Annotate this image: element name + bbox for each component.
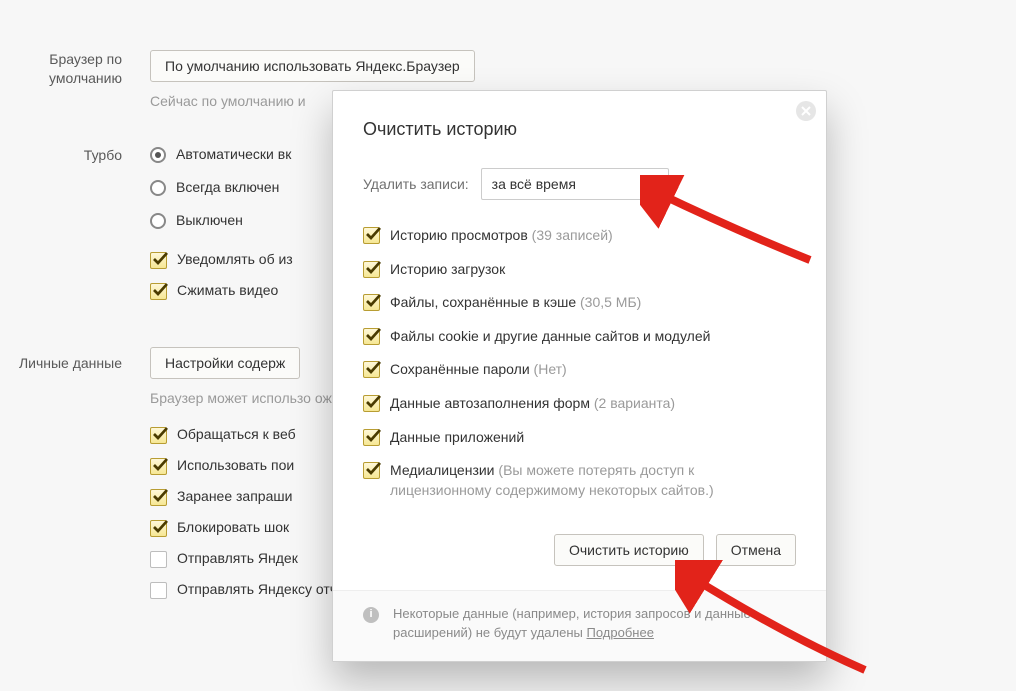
turbo-compress-label: Сжимать видео bbox=[177, 282, 278, 298]
item-cache-checkbox[interactable] bbox=[363, 294, 380, 311]
item-cache-suffix: (30,5 МБ) bbox=[580, 294, 641, 310]
turbo-auto-radio[interactable] bbox=[150, 147, 166, 163]
cancel-button[interactable]: Отмена bbox=[716, 534, 796, 566]
item-cookies-label: Файлы cookie и другие данные сайтов и мо… bbox=[390, 328, 710, 344]
info-icon: i bbox=[363, 607, 379, 623]
personal-opt4-checkbox[interactable] bbox=[150, 520, 167, 537]
item-downloads-label: Историю загрузок bbox=[390, 261, 505, 277]
period-select-value: за всё время bbox=[492, 176, 576, 192]
personal-opt3-label: Заранее запраши bbox=[177, 488, 292, 504]
turbo-always-radio[interactable] bbox=[150, 180, 166, 196]
item-browsing-history-label: Историю просмотров bbox=[390, 227, 528, 243]
item-media-licenses-label: Медиалицензии bbox=[390, 462, 495, 478]
content-settings-button[interactable]: Настройки содерж bbox=[150, 347, 300, 379]
turbo-label: Турбо bbox=[0, 146, 150, 313]
close-icon[interactable] bbox=[796, 101, 816, 121]
item-cookies-checkbox[interactable] bbox=[363, 328, 380, 345]
chevron-down-icon: ▾ bbox=[652, 178, 658, 191]
personal-opt5-label: Отправлять Яндек bbox=[177, 550, 298, 566]
set-default-browser-button[interactable]: По умолчанию использовать Яндекс.Браузер bbox=[150, 50, 475, 82]
turbo-always-label: Всегда включен bbox=[176, 179, 279, 195]
turbo-auto-label: Автоматически вк bbox=[176, 146, 291, 162]
item-passwords-suffix: (Нет) bbox=[534, 361, 567, 377]
personal-opt5-checkbox[interactable] bbox=[150, 551, 167, 568]
item-passwords-label: Сохранённые пароли bbox=[390, 361, 530, 377]
item-appdata-label: Данные приложений bbox=[390, 429, 524, 445]
personal-opt1-label: Обращаться к веб bbox=[177, 426, 296, 442]
personal-opt6-checkbox[interactable] bbox=[150, 582, 167, 599]
clear-history-dialog: Очистить историю Удалить записи: за всё … bbox=[332, 90, 827, 662]
item-autofill-suffix: (2 варианта) bbox=[594, 395, 675, 411]
clear-history-button[interactable]: Очистить историю bbox=[554, 534, 704, 566]
personal-opt1-checkbox[interactable] bbox=[150, 427, 167, 444]
dialog-title: Очистить историю bbox=[363, 119, 796, 140]
footer-note: Некоторые данные (например, история запр… bbox=[393, 605, 796, 643]
personal-opt4-label: Блокировать шок bbox=[177, 519, 289, 535]
turbo-off-label: Выключен bbox=[176, 212, 243, 228]
item-autofill-label: Данные автозаполнения форм bbox=[390, 395, 590, 411]
turbo-notify-checkbox[interactable] bbox=[150, 252, 167, 269]
turbo-notify-label: Уведомлять об из bbox=[177, 251, 293, 267]
turbo-compress-checkbox[interactable] bbox=[150, 283, 167, 300]
item-appdata-checkbox[interactable] bbox=[363, 429, 380, 446]
default-browser-label: Браузер по умолчанию bbox=[0, 50, 150, 112]
item-cache-label: Файлы, сохранённые в кэше bbox=[390, 294, 576, 310]
turbo-off-radio[interactable] bbox=[150, 213, 166, 229]
item-browsing-history-suffix: (39 записей) bbox=[532, 227, 613, 243]
item-downloads-checkbox[interactable] bbox=[363, 261, 380, 278]
personal-opt2-checkbox[interactable] bbox=[150, 458, 167, 475]
personal-opt2-label: Использовать пои bbox=[177, 457, 294, 473]
clear-items-list: Историю просмотров (39 записей) Историю … bbox=[363, 226, 796, 500]
item-passwords-checkbox[interactable] bbox=[363, 361, 380, 378]
personal-opt3-checkbox[interactable] bbox=[150, 489, 167, 506]
period-label: Удалить записи: bbox=[363, 176, 469, 192]
learn-more-link[interactable]: Подробнее bbox=[587, 625, 654, 640]
personal-data-label: Личные данные bbox=[0, 347, 150, 613]
item-media-licenses-checkbox[interactable] bbox=[363, 462, 380, 479]
item-autofill-checkbox[interactable] bbox=[363, 395, 380, 412]
period-select[interactable]: за всё время ▾ bbox=[481, 168, 669, 200]
item-browsing-history-checkbox[interactable] bbox=[363, 227, 380, 244]
